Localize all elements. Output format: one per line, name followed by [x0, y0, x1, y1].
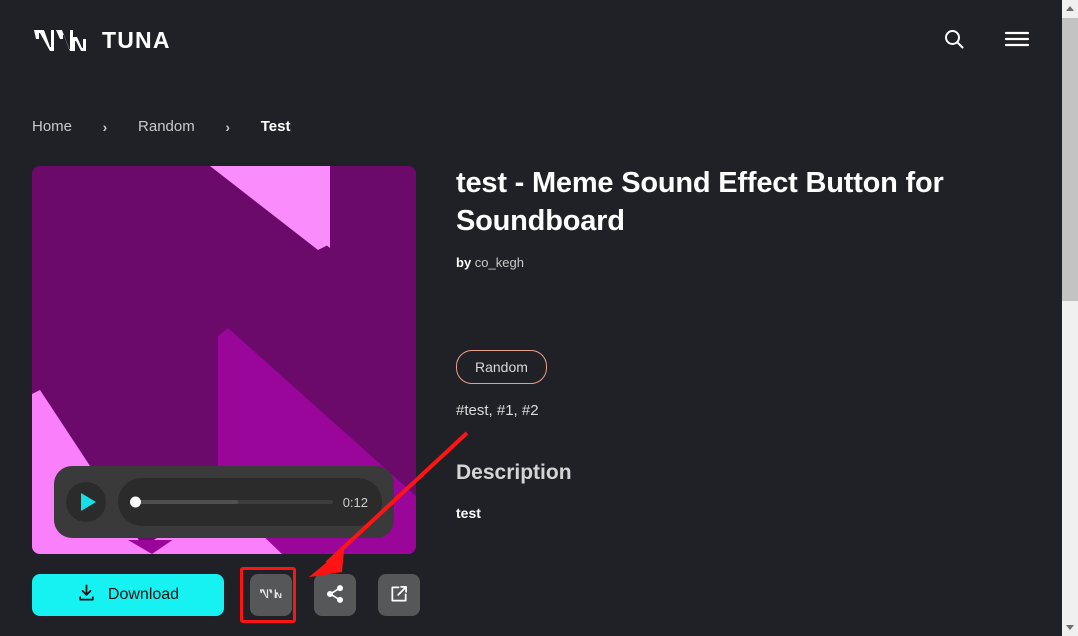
breadcrumb-item-random[interactable]: Random — [138, 118, 195, 135]
tuna-logo-icon — [259, 586, 283, 604]
download-button[interactable]: Download — [32, 574, 224, 616]
page-title: test - Meme Sound Effect Button for Soun… — [456, 164, 1026, 241]
brand-logo-link[interactable]: TUNA — [32, 25, 171, 55]
share-button[interactable] — [314, 574, 356, 616]
seek-bar[interactable]: 0:12 — [118, 478, 382, 526]
breadcrumb-separator: › — [195, 119, 261, 135]
download-label: Download — [108, 586, 179, 604]
scroll-up-arrow-icon[interactable] — [1062, 0, 1078, 17]
byline-prefix: by — [456, 255, 471, 270]
tag-list[interactable]: #test, #1, #2 — [456, 402, 1026, 419]
tuna-logo-button[interactable] — [250, 574, 292, 616]
menu-button[interactable] — [1004, 29, 1030, 52]
sound-cover-art: 0:12 — [32, 166, 416, 554]
breadcrumb-separator: › — [72, 119, 138, 135]
sound-detail-panel: test - Meme Sound Effect Button for Soun… — [456, 164, 1026, 521]
page-viewport: TUNA — [0, 0, 1062, 636]
action-button-row: Download — [32, 574, 420, 616]
breadcrumb: Home › Random › Test — [32, 118, 290, 135]
scroll-up-triangle — [1066, 6, 1074, 11]
scrollbar-thumb[interactable] — [1062, 18, 1078, 301]
edit-button[interactable] — [378, 574, 420, 616]
description-body: test — [456, 505, 1026, 521]
duration-label: 0:12 — [343, 495, 368, 510]
breadcrumb-item-home[interactable]: Home — [32, 118, 72, 135]
tuna-waveform-logo-icon — [32, 25, 90, 55]
download-icon — [77, 583, 96, 607]
site-header: TUNA — [0, 0, 1062, 80]
author-name[interactable]: co_kegh — [475, 255, 524, 270]
share-icon — [325, 584, 345, 607]
edit-square-icon — [389, 584, 409, 607]
audio-player: 0:12 — [54, 466, 394, 538]
category-badge[interactable]: Random — [456, 350, 547, 384]
header-actions — [942, 27, 1030, 54]
play-icon — [81, 493, 96, 511]
seek-track[interactable] — [132, 500, 333, 504]
seek-handle[interactable] — [130, 497, 141, 508]
description-heading: Description — [456, 461, 1026, 485]
play-button[interactable] — [66, 482, 106, 522]
scroll-down-triangle — [1066, 625, 1074, 630]
vertical-scrollbar[interactable] — [1062, 0, 1078, 636]
scroll-down-arrow-icon[interactable] — [1062, 619, 1078, 636]
search-button[interactable] — [942, 27, 966, 54]
breadcrumb-item-test: Test — [261, 118, 291, 135]
search-icon — [942, 27, 966, 54]
brand-name: TUNA — [102, 27, 171, 54]
author-byline: by co_kegh — [456, 255, 1026, 270]
browser-page: TUNA — [0, 0, 1078, 636]
hamburger-menu-icon — [1004, 29, 1030, 52]
seek-buffered-range — [132, 500, 238, 504]
